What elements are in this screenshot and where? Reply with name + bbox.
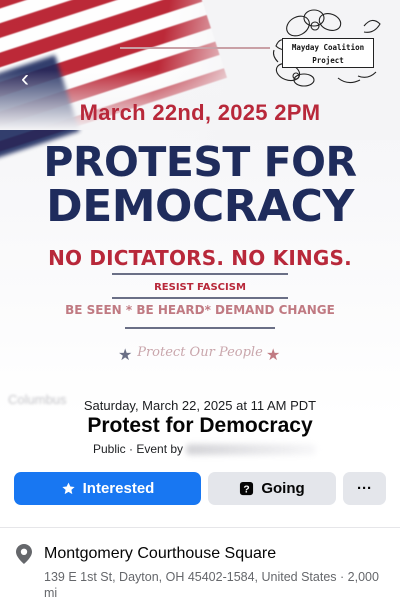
decorative-rule-lower [125,327,275,329]
svg-text:?: ? [244,484,250,495]
more-options-button[interactable]: ··· [343,472,386,505]
location-address: 139 E 1st St, Dayton, OH 45402-1584, Uni… [44,570,379,600]
decorative-rule-middle [112,297,288,299]
banner-script-text: Protect Our People [137,345,263,360]
going-label: Going [261,480,305,497]
section-divider [0,527,400,528]
back-button[interactable]: ‹ [12,66,38,92]
going-button[interactable]: ? Going [208,472,336,505]
event-meta-prefix: Public · Event by [93,442,184,456]
banner-date: March 22nd, 2025 2PM [79,100,321,125]
event-datetime: Saturday, March 22, 2025 at 11 AM PDT [83,398,317,413]
event-cover-image: Mayday Coalition Project March 22nd, 202… [0,0,400,420]
star-icon: ★ [266,347,281,364]
interested-label: Interested [82,480,155,497]
banner-slogan: NO DICTATORS. NO KINGS. [48,246,352,270]
banner-headline-1: PROTEST FOR [43,138,357,186]
event-title: Protest for Democracy [87,414,313,437]
question-icon: ? [239,481,254,496]
decorative-rule [120,47,270,49]
chevron-left-icon: ‹ [21,65,29,92]
interested-button[interactable]: Interested [14,472,201,505]
mayday-coalition-logo: Mayday Coalition Project [268,6,386,88]
logo-line-1: Mayday Coalition [291,43,365,52]
location-name[interactable]: Montgomery Courthouse Square [44,545,276,563]
banner-headline-2: DEMOCRACY [46,181,354,232]
event-meta: Public · Event by [93,442,317,456]
logo-line-2: Project [312,56,344,65]
decorative-rule-upper [112,273,288,275]
event-host-redacted [186,444,317,456]
more-icon: ··· [357,480,372,497]
star-icon [61,481,76,496]
banner-call-to-action: BE SEEN * BE HEARD* DEMAND CHANGE [65,303,335,317]
map-pin-icon [16,544,32,564]
logo-text-box: Mayday Coalition Project [282,38,374,68]
banner-resist: RESIST FASCISM [154,282,246,293]
